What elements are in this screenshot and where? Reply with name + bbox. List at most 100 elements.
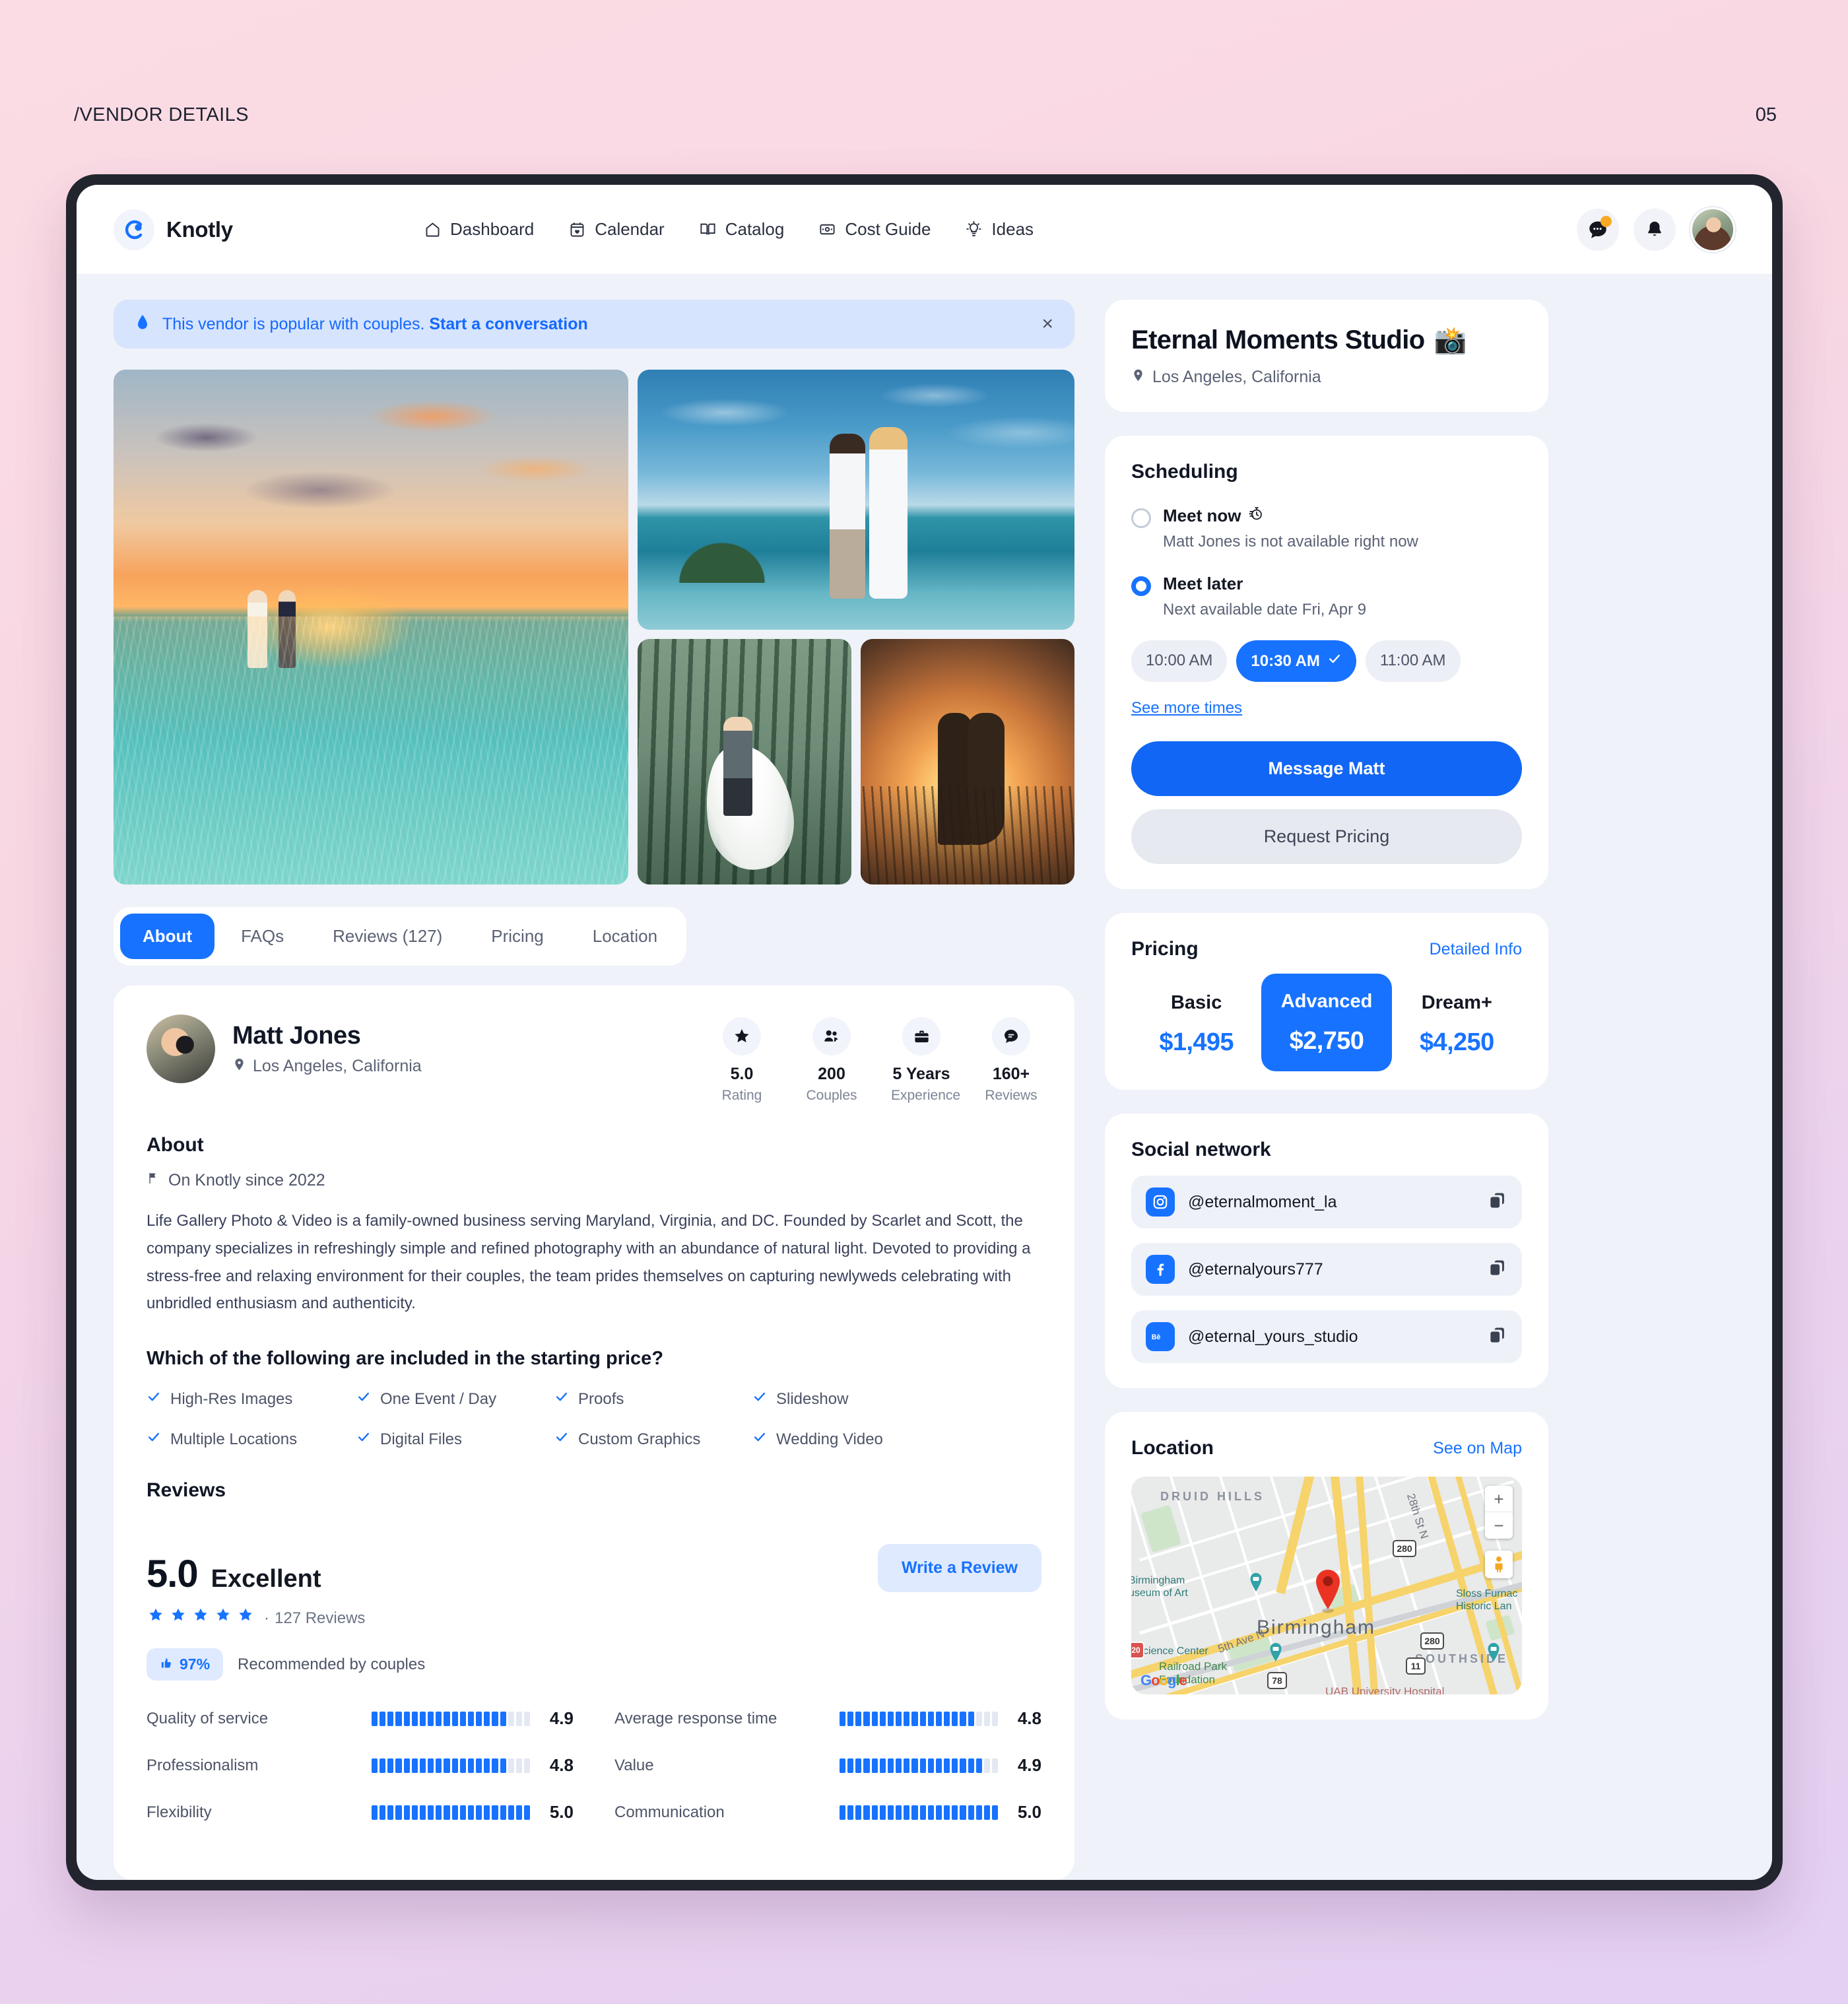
see-more-times-link[interactable]: See more times — [1131, 699, 1242, 718]
location-header: Location See on Map — [1131, 1437, 1522, 1459]
time-slot-1000[interactable]: 10:00 AM — [1131, 640, 1228, 682]
gallery-photo-2[interactable] — [638, 370, 1074, 630]
nav-label-cost-guide: Cost Guide — [845, 219, 931, 239]
nav-item-calendar[interactable]: Calendar — [568, 219, 665, 240]
nav-item-cost-guide[interactable]: Cost Guide — [818, 219, 931, 240]
popular-vendor-banner: This vendor is popular with couples. Sta… — [114, 300, 1074, 349]
scheduling-option-meet-later[interactable]: Meet later Next available date Fri, Apr … — [1131, 574, 1522, 619]
rating-value: 4.9 — [1017, 1755, 1041, 1775]
included-item-label: Custom Graphics — [578, 1430, 701, 1448]
meet-now-sub: Matt Jones is not available right now — [1163, 533, 1418, 551]
social-row-instagram[interactable]: @eternalmoment_la — [1131, 1176, 1522, 1228]
tab-location[interactable]: Location — [570, 914, 680, 959]
social-row-facebook[interactable]: @eternalyours777 — [1131, 1243, 1522, 1296]
brand[interactable]: Knotly — [114, 209, 424, 250]
stat-couples: 200 Couples — [801, 1017, 862, 1104]
reviews-score-word: Excellent — [211, 1565, 321, 1593]
unread-badge — [1600, 215, 1612, 227]
request-pricing-button[interactable]: Request Pricing — [1131, 809, 1522, 864]
stat-experience-value: 5 Years — [892, 1065, 950, 1083]
messages-button[interactable] — [1577, 208, 1619, 251]
nav-item-ideas[interactable]: Ideas — [965, 219, 1034, 240]
included-item-label: Wedding Video — [776, 1430, 883, 1448]
lightbulb-icon — [965, 220, 983, 238]
page-content: This vendor is popular with couples. Sta… — [77, 275, 1772, 1880]
included-item-label: One Event / Day — [380, 1389, 497, 1408]
gallery-photo-main[interactable] — [114, 370, 628, 885]
map-label-museum: Birmingham useum of Art — [1131, 1575, 1188, 1599]
location-map[interactable]: DRUID HILLS Birmingham useum of Art Sloss… — [1131, 1477, 1522, 1694]
pricing-title: Pricing — [1131, 938, 1199, 960]
radio-meet-later[interactable] — [1131, 576, 1151, 596]
app-screen: Knotly Dashboard Calendar Catalog Cost G… — [77, 185, 1772, 1880]
stat-rating-label: Rating — [721, 1088, 762, 1103]
vendor-stats: 5.0 Rating 200 Couples 5 Years Experienc… — [711, 1015, 1041, 1104]
social-row-behance[interactable]: Bē @eternal_yours_studio — [1131, 1310, 1522, 1363]
included-list: High-Res Images One Event / Day Proofs S… — [147, 1389, 1041, 1449]
check-icon — [1327, 651, 1342, 671]
copy-icon[interactable] — [1488, 1191, 1507, 1214]
stopwatch-icon — [1248, 506, 1264, 526]
map-zoom-in-button[interactable]: + — [1485, 1486, 1513, 1512]
check-icon — [147, 1389, 161, 1409]
stat-rating-value: 5.0 — [730, 1065, 754, 1083]
profile-header: Matt Jones Los Angeles, California 5.0 R… — [147, 1015, 1041, 1104]
meet-now-label: Meet now — [1163, 506, 1241, 525]
time-slot-1100[interactable]: 11:00 AM — [1365, 640, 1461, 682]
scheduling-option-meet-now[interactable]: Meet now Matt Jones is not available rig… — [1131, 506, 1522, 551]
nav-item-catalog[interactable]: Catalog — [699, 219, 784, 240]
vendor-person-location: Los Angeles, California — [232, 1057, 422, 1076]
right-column: Eternal Moments Studio 📸 Los Angeles, Ca… — [1105, 300, 1548, 1880]
map-poi-pin — [1250, 1573, 1262, 1591]
write-review-button[interactable]: Write a Review — [877, 1544, 1041, 1592]
gallery-photo-4[interactable] — [861, 639, 1074, 885]
copy-icon[interactable] — [1488, 1258, 1507, 1281]
check-icon — [554, 1389, 569, 1409]
vendor-title-text: Eternal Moments Studio — [1131, 325, 1425, 354]
stat-rating: 5.0 Rating — [711, 1017, 772, 1104]
behance-icon: Bē — [1146, 1322, 1175, 1351]
included-item-label: Digital Files — [380, 1430, 463, 1448]
close-icon[interactable]: × — [1041, 314, 1053, 334]
rating-label: Average response time — [614, 1709, 777, 1727]
banner-link[interactable]: Start a conversation — [429, 315, 587, 333]
slide-number: 05 — [1755, 104, 1777, 125]
vendor-title: Eternal Moments Studio 📸 — [1131, 325, 1522, 356]
user-avatar[interactable] — [1690, 207, 1735, 252]
member-since-text: On Knotly since 2022 — [168, 1171, 325, 1189]
map-zoom-controls[interactable]: + − — [1485, 1486, 1513, 1539]
copy-icon[interactable] — [1488, 1325, 1507, 1349]
about-title: About — [147, 1134, 204, 1156]
tab-about[interactable]: About — [120, 914, 215, 959]
included-item: Digital Files — [356, 1430, 554, 1449]
time-slot-1030[interactable]: 10:30 AM — [1236, 640, 1356, 682]
pricing-tier-advanced[interactable]: Advanced $2,750 — [1261, 974, 1392, 1071]
radio-meet-now[interactable] — [1131, 508, 1151, 528]
tab-faqs[interactable]: FAQs — [218, 914, 306, 959]
map-label-birmingham: Birmingham — [1257, 1617, 1376, 1638]
map-zoom-out-button[interactable]: − — [1485, 1512, 1513, 1539]
nav-label-dashboard: Dashboard — [450, 219, 535, 239]
brand-name: Knotly — [166, 217, 233, 242]
vendor-location-text: Los Angeles, California — [1152, 368, 1321, 386]
message-vendor-button[interactable]: Message Matt — [1131, 741, 1522, 796]
notifications-button[interactable] — [1634, 208, 1676, 251]
included-item: Slideshow — [752, 1389, 1041, 1409]
map-street-view-pegman-icon[interactable] — [1485, 1551, 1513, 1578]
see-on-map-link[interactable]: See on Map — [1433, 1439, 1522, 1458]
rating-value: 4.8 — [549, 1755, 574, 1775]
star-rating-icons — [147, 1607, 259, 1630]
pricing-detailed-info-link[interactable]: Detailed Info — [1430, 940, 1522, 959]
recommend-row: 97% Recommended by couples — [147, 1648, 878, 1681]
map-shield-280b: 280 — [1420, 1632, 1444, 1650]
pricing-tier-basic[interactable]: Basic $1,495 — [1131, 980, 1261, 1065]
tab-reviews[interactable]: Reviews (127) — [310, 914, 465, 959]
rating-row-communication: Communication 5.0 — [614, 1802, 1041, 1822]
vendor-person-name: Matt Jones — [232, 1022, 361, 1050]
gallery-photo-3[interactable] — [638, 639, 851, 885]
nav-item-dashboard[interactable]: Dashboard — [424, 219, 534, 240]
left-column: This vendor is popular with couples. Sta… — [114, 300, 1074, 1880]
pricing-tier-dream[interactable]: Dream+ $4,250 — [1392, 980, 1522, 1065]
tab-pricing[interactable]: Pricing — [469, 914, 566, 959]
reviews-summary-left: 5.0 Excellent · 127 Reviews 97% Recommen… — [147, 1533, 878, 1681]
